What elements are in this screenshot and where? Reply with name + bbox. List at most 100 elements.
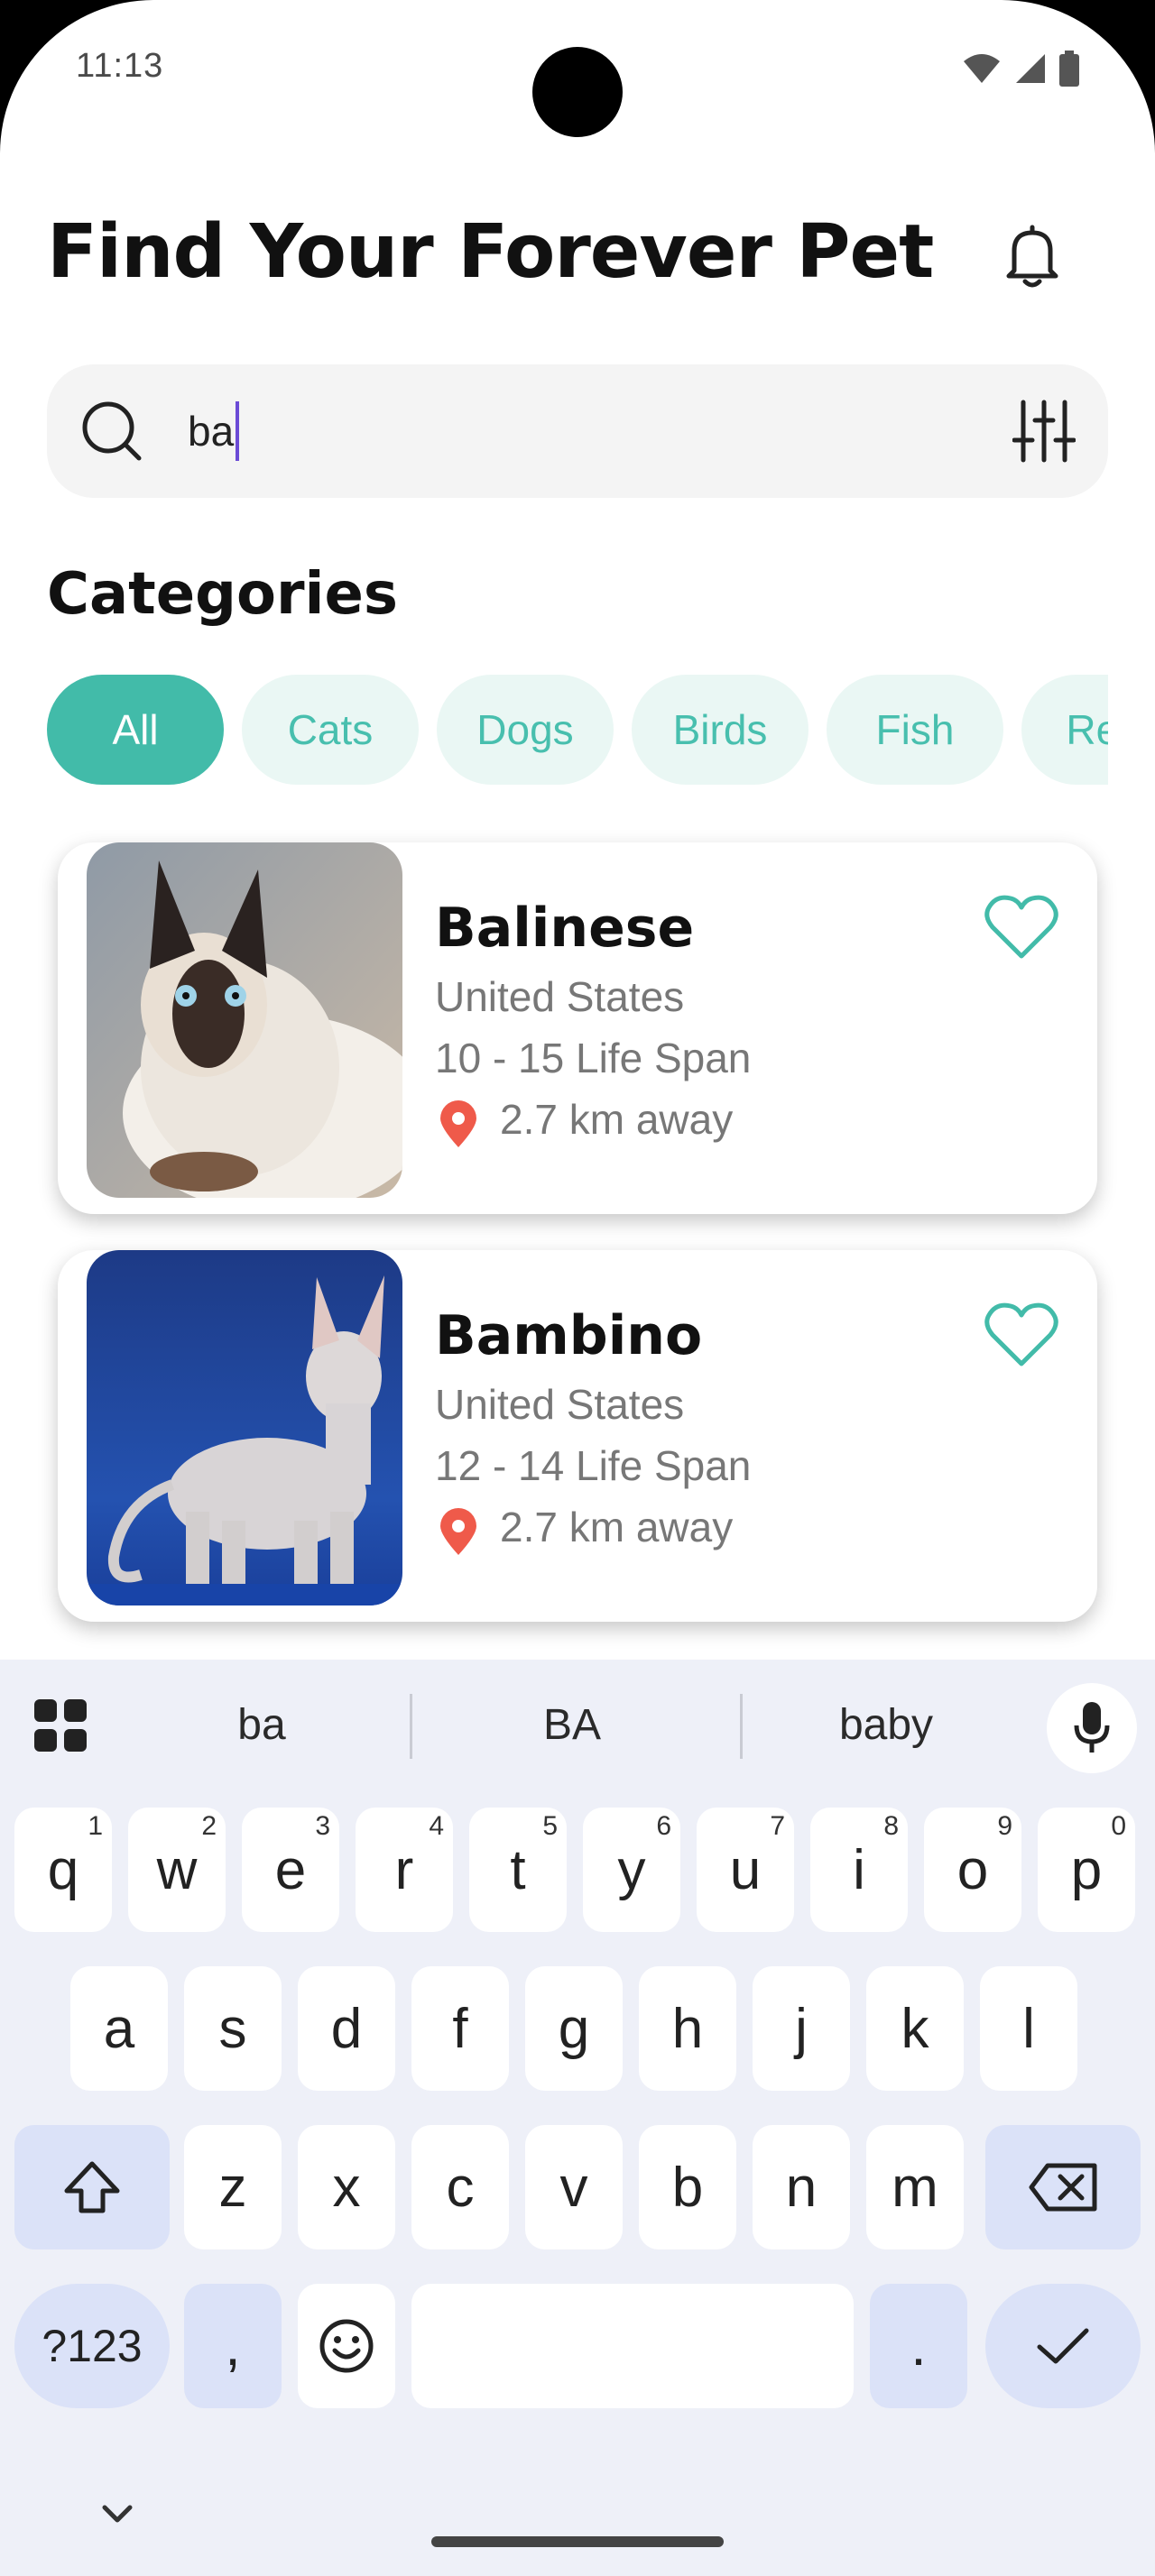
text-caret [236, 401, 240, 461]
location-pin-icon [440, 1100, 476, 1147]
key-r[interactable]: r4 [356, 1808, 453, 1932]
location-pin-icon [440, 1508, 476, 1555]
search-bar: ba [47, 364, 1108, 498]
key-y[interactable]: y6 [583, 1808, 680, 1932]
backspace-key[interactable] [985, 2125, 1141, 2249]
key-hint: 8 [883, 1811, 899, 1841]
key-hint: 3 [315, 1811, 330, 1841]
key-label: q [47, 1838, 79, 1901]
suggestion-3[interactable]: baby [778, 1688, 994, 1761]
keyboard-apps-grid-icon[interactable] [34, 1699, 87, 1752]
key-z[interactable]: z [184, 2125, 282, 2249]
app-screen: 11:13 Find Your Forever Pet ba Categorie… [0, 0, 1155, 2576]
suggestion-divider [410, 1694, 412, 1759]
category-chip-fish[interactable]: Fish [827, 675, 1003, 785]
pet-photo-bambino [87, 1250, 402, 1605]
keyboard-collapse-chevron-icon[interactable] [101, 2504, 134, 2525]
key-label: o [956, 1838, 989, 1901]
pet-card-bambino[interactable]: Bambino United States 12 - 14 Life Span … [58, 1250, 1097, 1622]
emoji-smiley-icon [319, 2319, 374, 2373]
pet-photo-balinese [87, 842, 402, 1198]
key-x[interactable]: x [298, 2125, 395, 2249]
comma-key[interactable]: , [184, 2284, 282, 2408]
microphone-button[interactable] [1047, 1683, 1137, 1773]
period-key[interactable]: . [870, 2284, 967, 2408]
pet-origin: United States [435, 973, 685, 1020]
category-chip-cats[interactable]: Cats [242, 675, 419, 785]
battery-icon [1059, 51, 1079, 87]
key-i[interactable]: i8 [810, 1808, 908, 1932]
key-w[interactable]: w2 [128, 1808, 226, 1932]
key-e[interactable]: e3 [242, 1808, 339, 1932]
key-hint: 6 [656, 1811, 671, 1841]
key-b[interactable]: b [639, 2125, 736, 2249]
key-g[interactable]: g [525, 1966, 623, 2091]
space-key[interactable] [411, 2284, 854, 2408]
category-chip-dogs[interactable]: Dogs [437, 675, 614, 785]
pet-name: Bambino [435, 1304, 703, 1367]
camera-cutout [532, 47, 623, 137]
key-p[interactable]: p0 [1038, 1808, 1135, 1932]
category-chip-all[interactable]: All [47, 675, 224, 785]
checkmark-icon [1037, 2328, 1089, 2364]
pet-card-balinese[interactable]: Balinese United States 10 - 15 Life Span… [58, 842, 1097, 1214]
suggestion-divider [740, 1694, 743, 1759]
pet-life-span: 12 - 14 Life Span [435, 1442, 752, 1489]
key-label: e [274, 1838, 307, 1901]
backspace-icon [1029, 2163, 1097, 2212]
filter-sliders-icon[interactable] [1012, 399, 1076, 464]
key-k[interactable]: k [866, 1966, 964, 2091]
key-label: p [1070, 1838, 1103, 1901]
key-hint: 2 [201, 1811, 217, 1841]
key-h[interactable]: h [639, 1966, 736, 2091]
favorite-heart-icon[interactable] [984, 893, 1059, 961]
microphone-icon [1074, 1702, 1110, 1753]
key-o[interactable]: o9 [924, 1808, 1021, 1932]
key-label: y [617, 1838, 646, 1901]
key-hint: 0 [1111, 1811, 1126, 1841]
key-m[interactable]: m [866, 2125, 964, 2249]
status-icons [962, 51, 1079, 87]
key-hint: 4 [429, 1811, 444, 1841]
search-input[interactable]: ba [188, 395, 819, 467]
category-chip-reptiles[interactable]: Rept [1021, 675, 1108, 785]
pet-distance: 2.7 km away [500, 1504, 734, 1550]
key-u[interactable]: u7 [697, 1808, 794, 1932]
suggestion-1[interactable]: ba [153, 1688, 370, 1761]
signal-icon [1016, 54, 1045, 83]
on-screen-keyboard: ba BA baby q1 w2 e3 r4 t5 y6 u7 i8 o9 p0… [0, 1660, 1155, 2576]
key-hint: 7 [770, 1811, 785, 1841]
suggestion-2[interactable]: BA [464, 1688, 680, 1761]
page-title: Find Your Forever Pet [47, 209, 934, 295]
search-icon [82, 401, 142, 461]
enter-key[interactable] [985, 2284, 1141, 2408]
wifi-icon [964, 54, 1000, 83]
key-hint: 1 [88, 1811, 103, 1841]
key-label: r [394, 1838, 414, 1901]
pet-distance: 2.7 km away [500, 1096, 734, 1143]
key-hint: 5 [542, 1811, 558, 1841]
key-v[interactable]: v [525, 2125, 623, 2249]
key-a[interactable]: a [70, 1966, 168, 2091]
shift-key[interactable] [14, 2125, 170, 2249]
pet-origin: United States [435, 1381, 685, 1428]
key-l[interactable]: l [980, 1966, 1077, 2091]
bell-icon[interactable] [1003, 224, 1061, 289]
key-d[interactable]: d [298, 1966, 395, 2091]
favorite-heart-icon[interactable] [984, 1301, 1059, 1369]
category-chip-birds[interactable]: Birds [632, 675, 808, 785]
emoji-key[interactable] [298, 2284, 395, 2408]
key-j[interactable]: j [753, 1966, 850, 2091]
shift-arrow-icon [64, 2161, 120, 2213]
key-q[interactable]: q1 [14, 1808, 112, 1932]
gesture-home-bar[interactable] [431, 2536, 724, 2547]
key-n[interactable]: n [753, 2125, 850, 2249]
key-f[interactable]: f [411, 1966, 509, 2091]
search-input-value: ba [188, 408, 235, 455]
key-t[interactable]: t5 [469, 1808, 567, 1932]
key-c[interactable]: c [411, 2125, 509, 2249]
key-label: i [853, 1838, 865, 1901]
categories-title: Categories [47, 561, 398, 628]
symbols-key[interactable]: ?123 [14, 2284, 170, 2408]
key-s[interactable]: s [184, 1966, 282, 2091]
